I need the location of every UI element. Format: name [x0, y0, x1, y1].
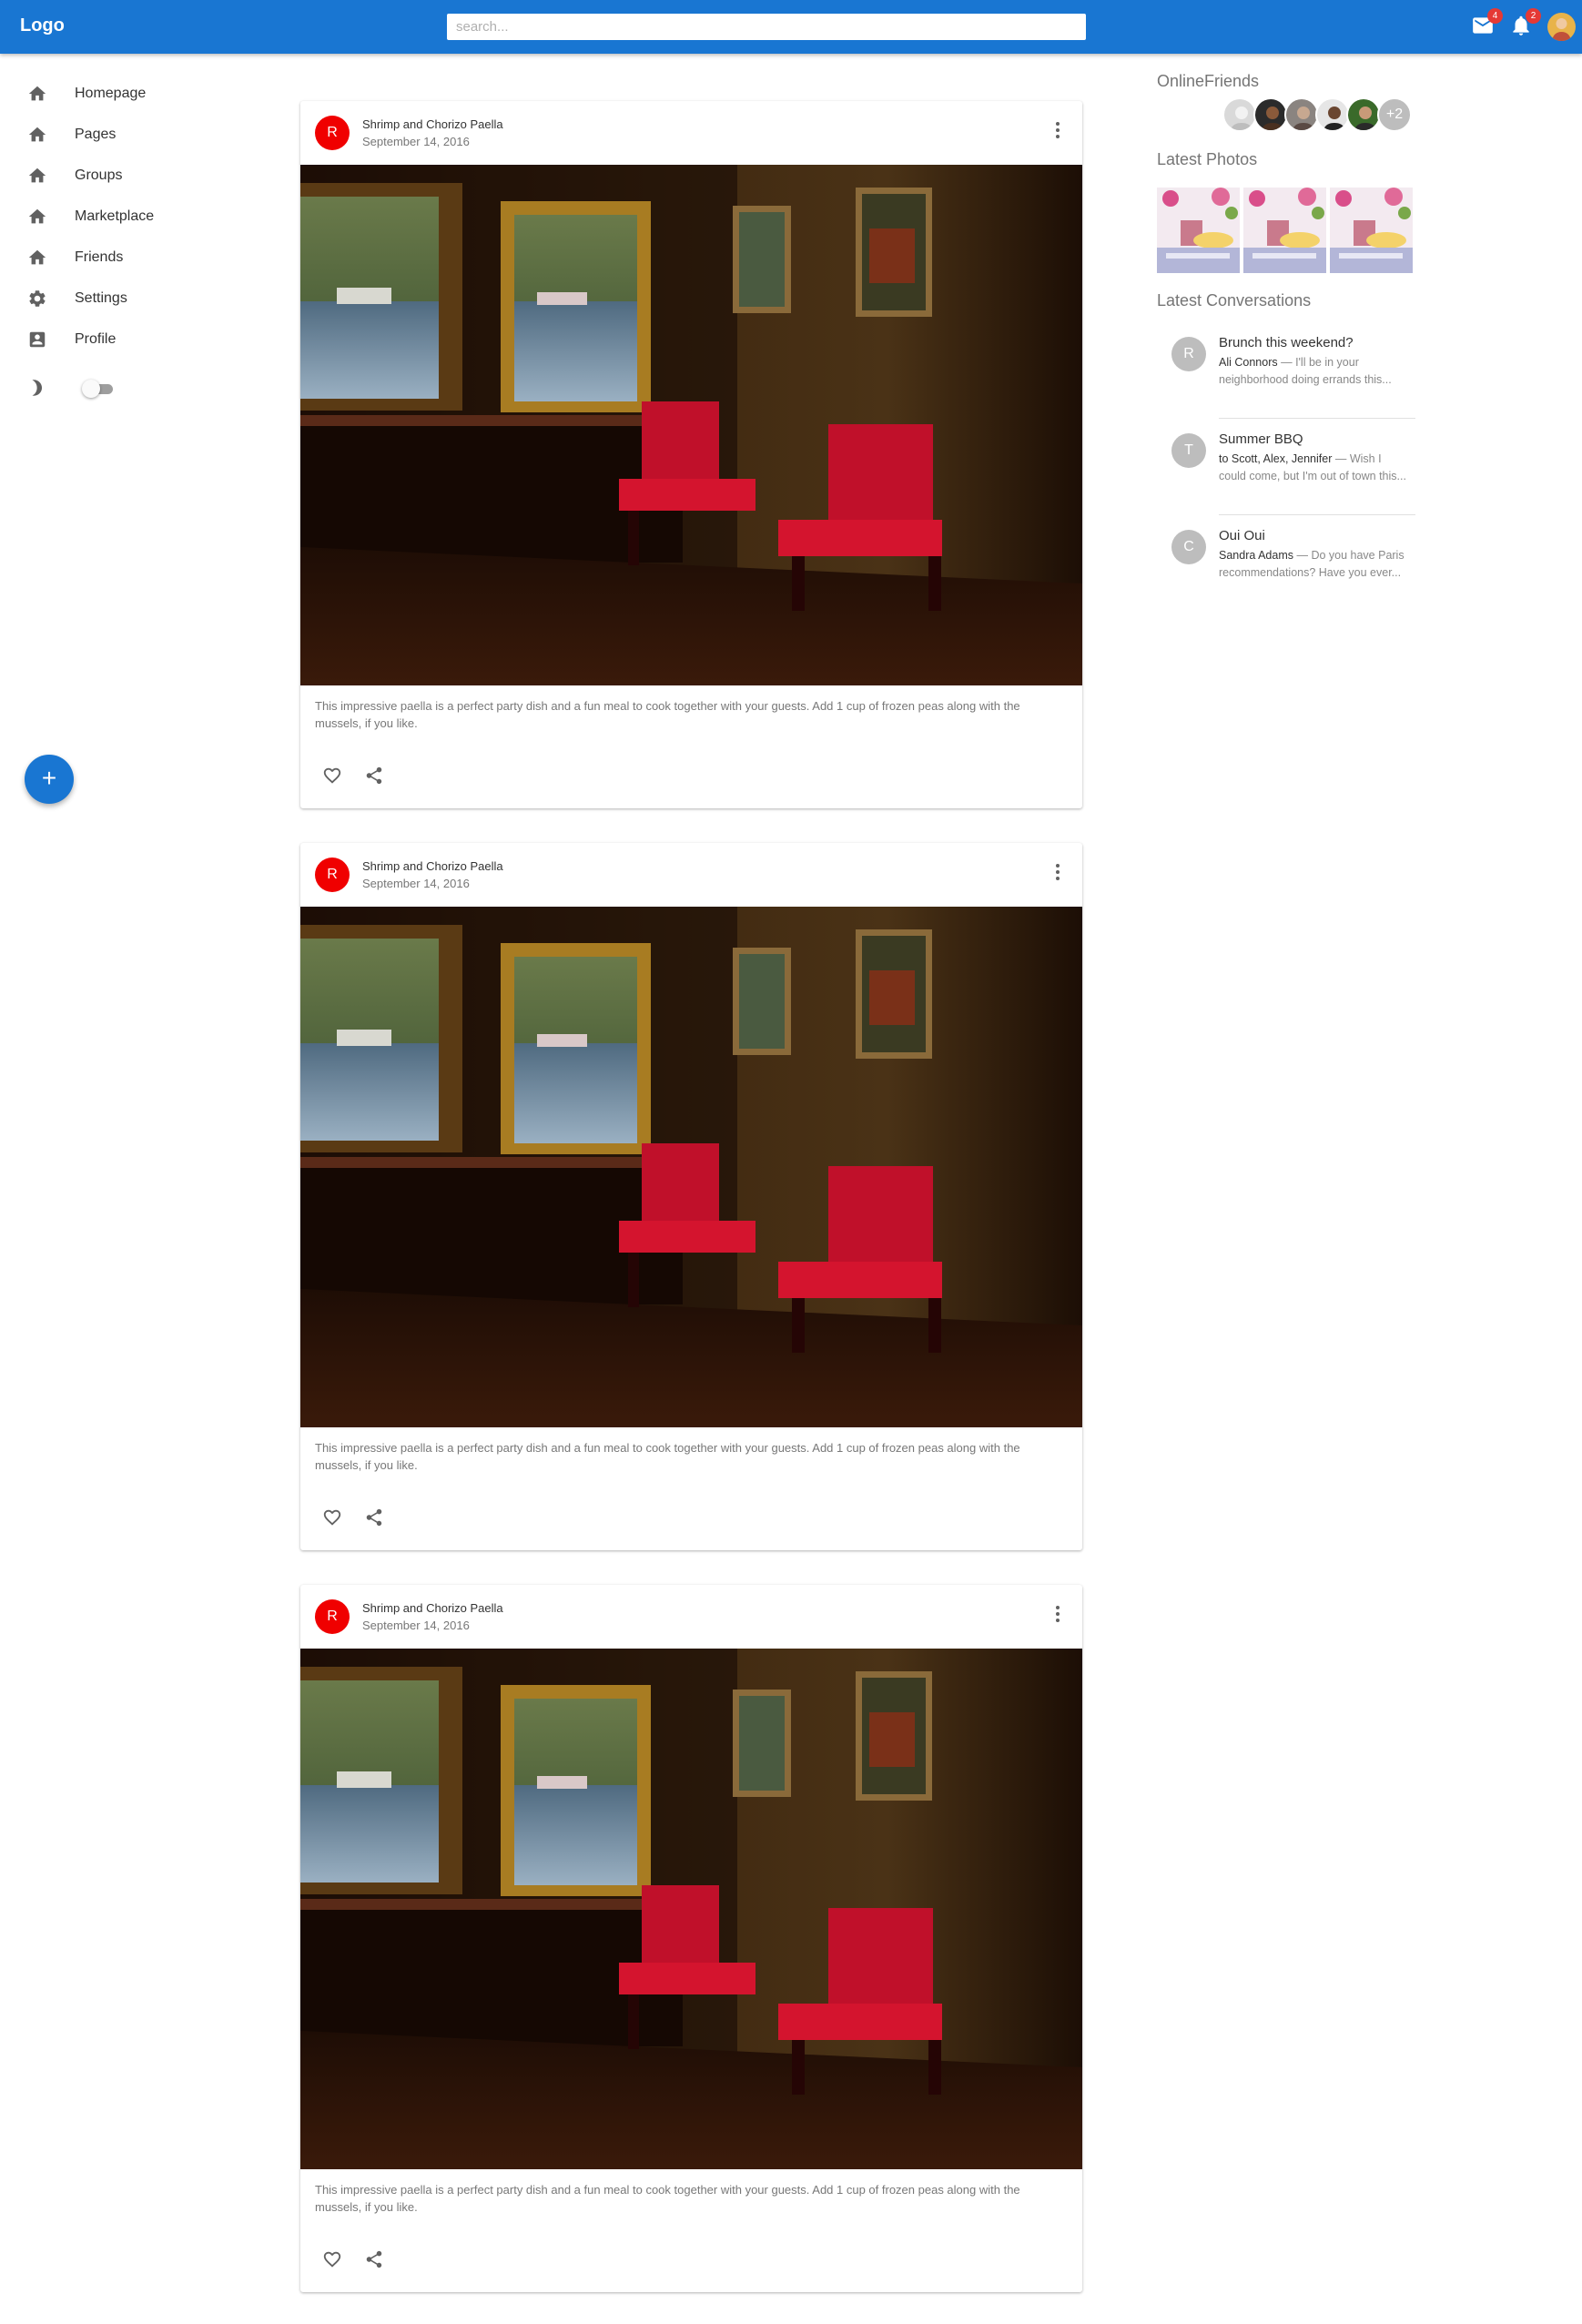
post-date: September 14, 2016	[362, 135, 470, 148]
home-icon	[27, 84, 47, 104]
conversation-subject: Summer BBQ	[1219, 431, 1303, 447]
account-box-icon	[27, 330, 47, 350]
sidebar-item-label: Profile	[75, 331, 117, 347]
online-friends-title: OnlineFriends	[1157, 72, 1260, 90]
sidebar-item-label: Settings	[75, 290, 127, 306]
post-image	[300, 907, 1082, 1427]
conversation-avatar: R	[1171, 337, 1206, 371]
post-description: This impressive paella is a perfect part…	[315, 699, 1020, 730]
conversation-preview: Ali Connors — I'll be in your neighborho…	[1219, 354, 1410, 389]
friend-avatar[interactable]	[1346, 97, 1381, 132]
mail-icon	[1471, 17, 1495, 41]
half-moon-icon	[27, 378, 47, 398]
share-icon	[366, 1508, 382, 1527]
sidebar-item-friends[interactable]: Friends	[0, 238, 273, 279]
conversation-preview: to Scott, Alex, Jennifer — Wish I could …	[1219, 451, 1410, 485]
sidebar-item-groups[interactable]: Groups	[0, 156, 273, 197]
post-title: Shrimp and Chorizo Paella	[362, 859, 503, 873]
sidebar-item-settings[interactable]: Settings	[0, 279, 273, 320]
sidebar-item-label: Marketplace	[75, 208, 155, 224]
heart-icon	[323, 1509, 341, 1526]
more-options-button[interactable]	[1047, 1603, 1069, 1625]
post-card: R Shrimp and Chorizo Paella September 14…	[300, 843, 1082, 1550]
share-icon	[366, 766, 382, 785]
mail-button[interactable]: 4	[1471, 8, 1503, 37]
post-avatar: R	[315, 1599, 350, 1634]
home-icon	[27, 125, 47, 145]
friend-avatar[interactable]	[1284, 97, 1319, 132]
post-title: Shrimp and Chorizo Paella	[362, 1601, 503, 1615]
conversation-sender: Ali Connors	[1219, 356, 1278, 369]
sidebar-item-label: Homepage	[75, 86, 147, 101]
share-button[interactable]	[364, 766, 386, 787]
friend-avatar[interactable]	[1253, 97, 1288, 132]
mail-badge: 4	[1487, 8, 1503, 24]
post-description: This impressive paella is a perfect part…	[315, 2183, 1020, 2214]
share-button[interactable]	[364, 2249, 386, 2271]
friend-avatar[interactable]	[1222, 97, 1257, 132]
share-button[interactable]	[364, 1507, 386, 1529]
add-post-button[interactable]: +	[25, 755, 74, 804]
more-vert-icon	[1056, 1606, 1060, 1622]
like-button[interactable]	[322, 2249, 344, 2271]
home-icon	[27, 166, 47, 186]
like-button[interactable]	[322, 1507, 344, 1529]
heart-icon	[323, 767, 341, 784]
heart-icon	[323, 2251, 341, 2268]
sidebar-item-pages[interactable]: Pages	[0, 115, 273, 156]
divider	[1219, 514, 1415, 515]
post-card: R Shrimp and Chorizo Paella September 14…	[300, 101, 1082, 808]
post-avatar: R	[315, 116, 350, 150]
conversation-avatar: T	[1171, 433, 1206, 468]
more-friends-badge[interactable]: +2	[1377, 97, 1412, 132]
latest-conversations-title: Latest Conversations	[1157, 291, 1312, 310]
share-icon	[366, 2250, 382, 2268]
sidebar-item-label: Friends	[75, 249, 124, 265]
app-bar: Logo 4 2	[0, 0, 1582, 54]
user-avatar[interactable]	[1547, 13, 1576, 41]
home-icon	[27, 248, 47, 268]
notifications-badge: 2	[1526, 8, 1541, 24]
latest-photos-title: Latest Photos	[1157, 150, 1258, 168]
latest-photo[interactable]	[1243, 188, 1326, 273]
more-vert-icon	[1056, 122, 1060, 138]
more-options-button[interactable]	[1047, 119, 1069, 141]
post-description: This impressive paella is a perfect part…	[315, 1441, 1020, 1472]
post-title: Shrimp and Chorizo Paella	[362, 117, 503, 131]
latest-photo[interactable]	[1157, 188, 1240, 273]
conversation-sender: Sandra Adams	[1219, 549, 1293, 562]
gear-icon	[27, 289, 47, 309]
logo[interactable]: Logo	[20, 15, 65, 36]
sidebar-item-homepage[interactable]: Homepage	[0, 74, 273, 115]
divider	[1219, 418, 1415, 419]
more-options-button[interactable]	[1047, 861, 1069, 883]
sidebar-item-profile[interactable]: Profile	[0, 320, 273, 360]
conversation-subject: Brunch this weekend?	[1219, 335, 1354, 350]
friend-avatar[interactable]	[1315, 97, 1350, 132]
conversation-avatar: C	[1171, 530, 1206, 564]
more-vert-icon	[1056, 864, 1060, 880]
bell-icon	[1509, 15, 1533, 41]
dark-mode-row	[0, 370, 273, 407]
post-image	[300, 165, 1082, 685]
dark-mode-toggle[interactable]	[82, 380, 115, 398]
home-icon	[27, 207, 47, 227]
like-button[interactable]	[322, 766, 344, 787]
notifications-button[interactable]: 2	[1509, 8, 1541, 37]
sidebar-item-marketplace[interactable]: Marketplace	[0, 197, 273, 238]
search-input[interactable]	[447, 14, 1086, 40]
conversation-subject: Oui Oui	[1219, 528, 1265, 543]
post-date: September 14, 2016	[362, 1619, 470, 1632]
post-image	[300, 1649, 1082, 2169]
conversation-sender: to Scott, Alex, Jennifer	[1219, 452, 1333, 465]
post-card: R Shrimp and Chorizo Paella September 14…	[300, 1585, 1082, 2292]
conversation-preview: Sandra Adams — Do you have Paris recomme…	[1219, 547, 1410, 582]
post-avatar: R	[315, 858, 350, 892]
sidebar-item-label: Groups	[75, 167, 123, 183]
post-date: September 14, 2016	[362, 877, 470, 890]
latest-photo[interactable]	[1330, 188, 1413, 273]
toggle-thumb	[82, 380, 100, 398]
sidebar-item-label: Pages	[75, 127, 117, 142]
